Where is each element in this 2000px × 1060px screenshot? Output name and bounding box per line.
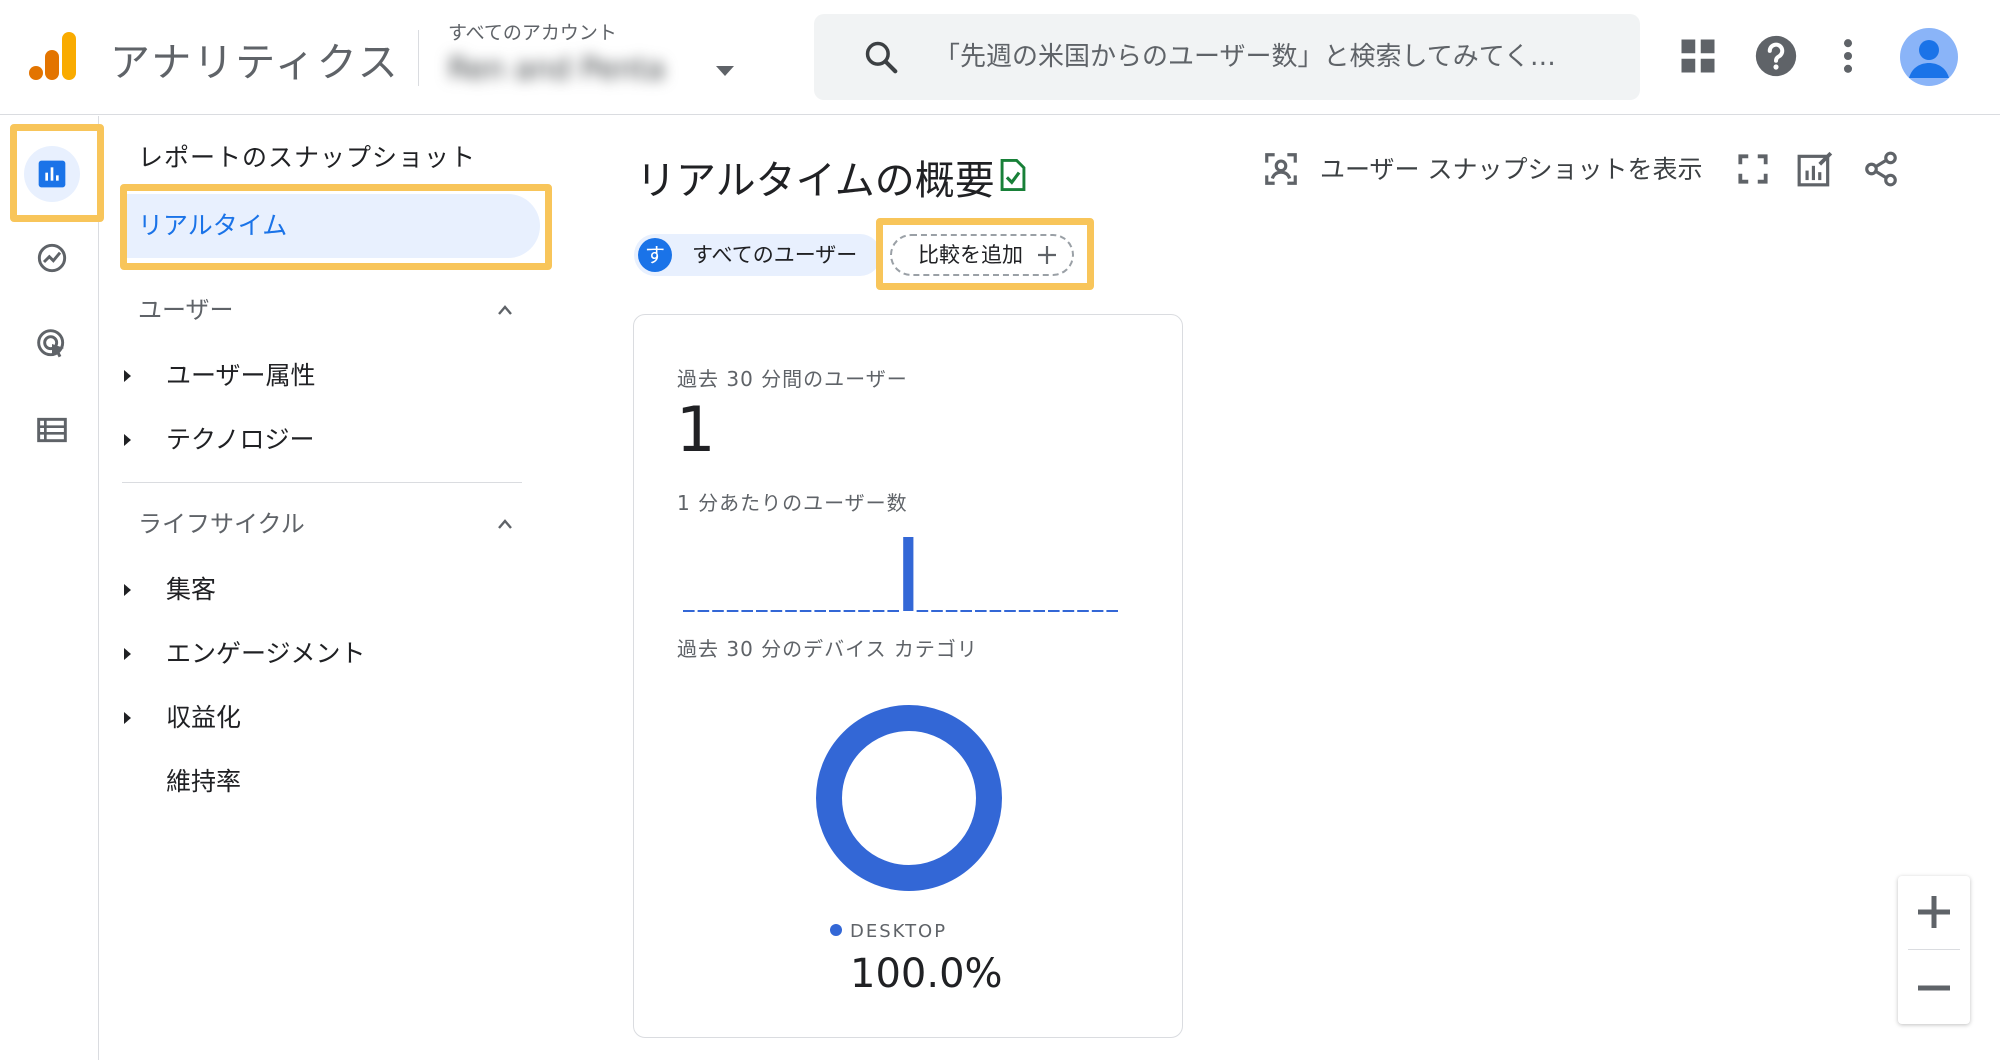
bar-minute--30[interactable] — [683, 610, 695, 612]
realtime-users-card: 過去 30 分間のユーザー 1 1 分あたりのユーザー数 過去 30 分のデバイ… — [633, 314, 1183, 1038]
bar-minute--19[interactable] — [843, 610, 856, 612]
user-snapshot-link[interactable]: ユーザー スナップショットを表示 — [1320, 150, 1702, 186]
bar-minute--17[interactable] — [872, 610, 885, 612]
share-icon[interactable] — [1862, 150, 1900, 188]
bar-minute--27[interactable] — [726, 610, 739, 612]
bar-minute--12[interactable] — [945, 610, 958, 612]
account-name[interactable]: Ren and Penta — [448, 52, 665, 87]
users-per-minute-chart[interactable] — [682, 533, 1120, 613]
device-legend: DESKTOP — [830, 921, 947, 942]
legend-value: 100.0% — [850, 951, 1003, 997]
rail-advertising[interactable] — [24, 316, 80, 372]
search-bar[interactable] — [814, 14, 1640, 100]
nav-item-technology[interactable]: テクノロジー — [100, 412, 540, 468]
zoom-separator — [1908, 949, 1960, 950]
zoom-in-icon[interactable] — [1898, 876, 1970, 948]
zoom-control — [1898, 876, 1970, 1024]
bar-minute--8[interactable] — [1004, 610, 1016, 612]
left-rail — [0, 116, 99, 1060]
more-vert-icon[interactable] — [1826, 34, 1870, 78]
nav-item-acquisition[interactable]: 集客 — [100, 562, 540, 618]
bar-minute--6[interactable] — [1033, 610, 1045, 612]
nav-item-engagement[interactable]: エンゲージメント — [100, 626, 540, 682]
account-caption: すべてのアカウント — [448, 22, 617, 44]
expand-arrow-icon — [124, 434, 131, 446]
search-icon — [865, 41, 898, 74]
bar-minute--2[interactable] — [1091, 610, 1104, 612]
nav-item-demographics[interactable]: ユーザー属性 — [100, 348, 540, 404]
bar-minute--21[interactable] — [814, 610, 826, 612]
bar-minute--18[interactable] — [858, 610, 870, 612]
configure-icon — [37, 417, 67, 443]
customize-report-icon[interactable] — [1796, 150, 1834, 188]
bar-minute--15[interactable] — [903, 537, 914, 611]
highlight-realtime-nav — [120, 184, 552, 270]
bar-minute--24[interactable] — [770, 610, 783, 612]
rail-configure[interactable] — [24, 402, 80, 458]
bar-minute--22[interactable] — [799, 610, 812, 612]
nav-reports-snapshot[interactable]: レポートのスナップショット — [138, 130, 476, 186]
chevron-up-icon[interactable] — [496, 515, 514, 533]
top-bar: アナリティクス すべてのアカウント Ren and Penta — [0, 0, 2000, 115]
bar-minute--7[interactable] — [1018, 610, 1031, 612]
donut-slice-desktop[interactable] — [816, 705, 1002, 891]
users-30min-label: 過去 30 分間のユーザー — [677, 367, 908, 391]
bar-minute--29[interactable] — [697, 610, 710, 612]
bar-minute--14[interactable] — [916, 610, 929, 612]
bar-minute--1[interactable] — [1106, 610, 1118, 612]
bar-minute--11[interactable] — [960, 610, 972, 612]
bar-minute--16[interactable] — [887, 610, 899, 612]
user-snapshot-icon[interactable] — [1262, 150, 1300, 188]
users-30min-value: 1 — [676, 393, 716, 466]
explore-icon — [37, 243, 67, 273]
segment-label: すべてのユーザー — [692, 243, 858, 267]
legend-label: DESKTOP — [850, 921, 948, 942]
segment-letter-badge: す — [638, 238, 672, 272]
bar-minute--9[interactable] — [989, 610, 1002, 612]
page-title: リアルタイムの概要 — [636, 158, 995, 204]
analytics-logo-icon[interactable] — [28, 30, 78, 82]
bar-minute--26[interactable] — [741, 610, 753, 612]
bar-minute--13[interactable] — [931, 610, 943, 612]
nav-item-monetization[interactable]: 収益化 — [100, 690, 540, 746]
help-icon[interactable] — [1754, 34, 1798, 78]
nav-section-label: ユーザー — [138, 296, 234, 324]
app-title: アナリティクス — [110, 40, 400, 86]
device-category-label: 過去 30 分のデバイス カテゴリ — [677, 637, 978, 661]
header-divider — [418, 30, 419, 86]
account-dropdown-icon[interactable] — [716, 66, 734, 76]
bar-minute--23[interactable] — [785, 610, 797, 612]
chevron-up-icon[interactable] — [496, 301, 514, 319]
rail-explore[interactable] — [24, 230, 80, 286]
highlight-reports-rail — [10, 124, 104, 222]
bar-minute--28[interactable] — [712, 610, 724, 612]
expand-arrow-icon — [124, 648, 131, 660]
legend-dot — [830, 924, 842, 936]
segment-chip-all-users[interactable]: す すべてのユーザー — [634, 234, 882, 276]
nav-section-user[interactable]: ユーザー — [138, 282, 234, 338]
apps-grid-icon[interactable] — [1676, 34, 1720, 78]
bar-minute--20[interactable] — [829, 610, 841, 612]
bar-minute--5[interactable] — [1048, 610, 1060, 612]
nav-section-lifecycle[interactable]: ライフサイクル — [138, 496, 305, 552]
nav-divider — [122, 482, 522, 483]
search-input[interactable] — [934, 14, 1614, 100]
zoom-out-icon[interactable] — [1898, 952, 1970, 1024]
highlight-add-comparison — [876, 218, 1094, 290]
advertising-icon — [37, 329, 65, 358]
expand-arrow-icon — [124, 370, 131, 382]
device-category-donut[interactable] — [816, 705, 1002, 891]
account-avatar-icon[interactable] — [1900, 28, 1958, 86]
bar-minute--4[interactable] — [1062, 610, 1075, 612]
verified-report-icon[interactable] — [998, 158, 1028, 192]
fullscreen-icon[interactable] — [1734, 150, 1772, 188]
nav-item-retention[interactable]: 維持率 — [100, 754, 540, 810]
expand-arrow-icon — [124, 712, 131, 724]
bar-minute--10[interactable] — [975, 610, 987, 612]
users-per-minute-label: 1 分あたりのユーザー数 — [677, 491, 908, 515]
bar-minute--3[interactable] — [1077, 610, 1089, 612]
expand-arrow-icon — [124, 584, 131, 596]
bar-minute--25[interactable] — [756, 610, 768, 612]
nav-section-label: ライフサイクル — [138, 510, 305, 538]
